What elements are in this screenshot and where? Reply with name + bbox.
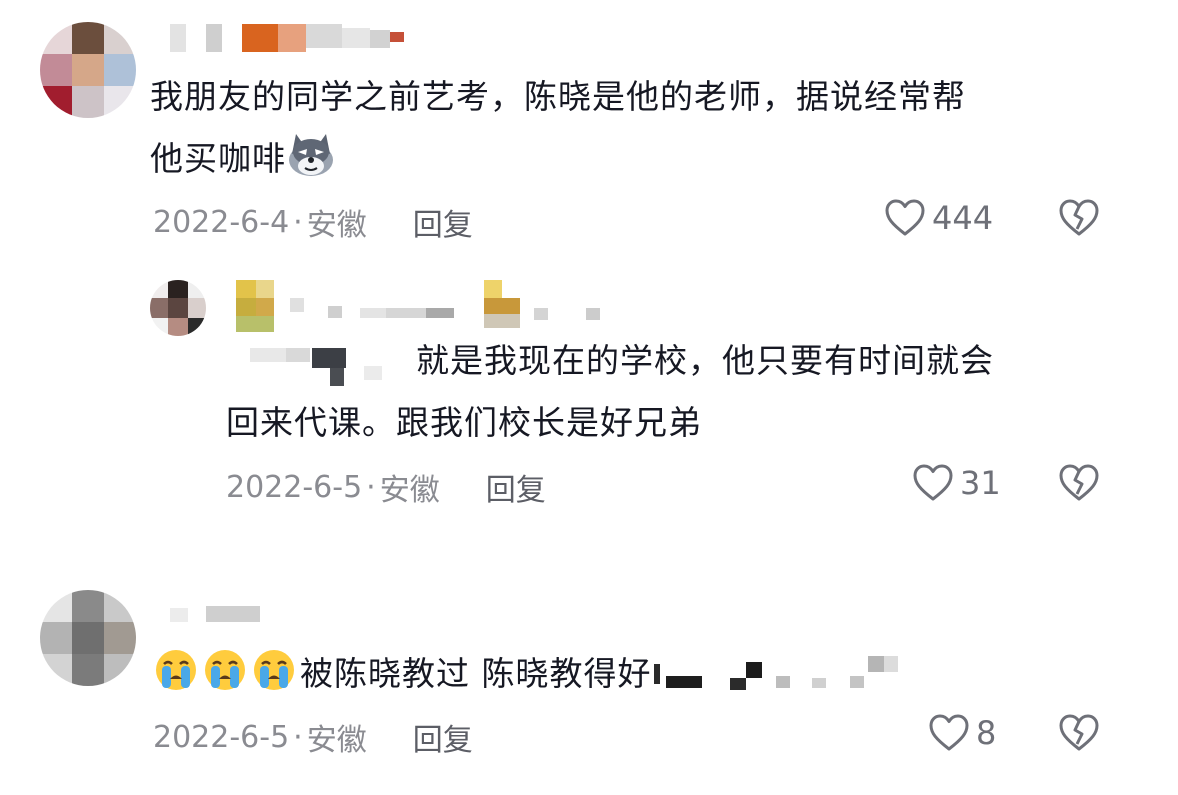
- comment-text-line-1-text: 就是我现在的学校，他只要有时间就会: [416, 341, 994, 380]
- avatar-mosaic: [40, 22, 136, 118]
- reply-button[interactable]: 回复: [413, 715, 473, 759]
- username-mosaic: [236, 278, 616, 332]
- meta-dot: ·: [293, 204, 303, 240]
- broken-heart-icon: [1059, 199, 1099, 236]
- crying-emoji-icon: [153, 647, 199, 713]
- avatar[interactable]: [40, 590, 136, 686]
- like-button[interactable]: 444: [884, 198, 993, 238]
- comment-text: 被陈晓教过 陈晓教得好: [153, 643, 1133, 713]
- dislike-button[interactable]: [1058, 463, 1100, 507]
- username-censored[interactable]: [236, 278, 616, 332]
- comment-text-line-1: 我朋友的同学之前艺考，陈晓是他的老师，据说经常帮: [150, 77, 966, 116]
- like-count: 444: [932, 199, 994, 237]
- avatar-mosaic: [40, 590, 136, 686]
- username-mosaic: [170, 18, 420, 58]
- comment-1: 我朋友的同学之前艺考，陈晓是他的老师，据说经常帮 他买咖啡 2022-6-4 ·…: [0, 0, 1178, 260]
- like-count: 8: [976, 714, 997, 752]
- comment-date: 2022-6-5: [226, 469, 363, 505]
- comment-meta: 2022-6-5 · 安徽 回复: [226, 465, 546, 509]
- comment-text-line-1: 就是我现在的学校，他只要有时间就会: [226, 330, 1096, 392]
- crying-emoji-icon: [202, 647, 248, 713]
- username-mosaic: [170, 602, 270, 632]
- comment-meta: 2022-6-5 · 安徽 回复: [153, 715, 473, 759]
- meta-dot: ·: [366, 469, 376, 505]
- comment-date: 2022-6-4: [153, 204, 290, 240]
- avatar[interactable]: [40, 22, 136, 118]
- comment-text-line-2: 他买咖啡: [150, 128, 1110, 198]
- heart-outline-icon: [929, 714, 969, 751]
- comment-3: 被陈晓教过 陈晓教得好 2022-6-5 · 安徽 回复 8: [0, 580, 1178, 795]
- like-button[interactable]: 31: [912, 463, 1001, 503]
- comment-text-line-2-text: 他买咖啡: [150, 139, 286, 178]
- comment-location: 安徽: [379, 473, 440, 508]
- censored-text: [652, 655, 912, 696]
- dislike-button[interactable]: [1058, 713, 1100, 757]
- comment-location: 安徽: [306, 208, 367, 243]
- comment-text-line-2: 回来代课。跟我们校长是好兄弟: [226, 403, 702, 442]
- comment-text: 就是我现在的学校，他只要有时间就会 回来代课。跟我们校长是好兄弟: [226, 330, 1096, 454]
- heart-outline-icon: [885, 199, 925, 236]
- like-button[interactable]: 8: [928, 713, 996, 753]
- crying-emoji-icon: [251, 647, 297, 713]
- comment-text: 我朋友的同学之前艺考，陈晓是他的老师，据说经常帮 他买咖啡: [150, 66, 1110, 198]
- username-censored[interactable]: [170, 18, 420, 58]
- comment-meta: 2022-6-4 · 安徽 回复: [153, 200, 473, 244]
- meta-dot: ·: [293, 719, 303, 755]
- comment-date: 2022-6-5: [153, 719, 290, 755]
- comment-text-line-1: 被陈晓教过 陈晓教得好: [300, 654, 652, 693]
- heart-outline-icon: [913, 464, 953, 501]
- username-censored[interactable]: [170, 602, 270, 642]
- comment-2-reply: 就是我现在的学校，他只要有时间就会 回来代课。跟我们校长是好兄弟 2022-6-…: [0, 262, 1178, 532]
- reply-button[interactable]: 回复: [413, 200, 473, 244]
- reply-button[interactable]: 回复: [486, 465, 546, 509]
- comment-location: 安徽: [306, 723, 367, 758]
- broken-heart-icon: [1059, 464, 1099, 501]
- dislike-button[interactable]: [1058, 198, 1100, 242]
- wolf-emoji-icon: [286, 132, 336, 198]
- avatar[interactable]: [150, 280, 206, 336]
- broken-heart-icon: [1059, 714, 1099, 751]
- like-count: 31: [960, 464, 1001, 502]
- avatar-mosaic: [150, 280, 206, 336]
